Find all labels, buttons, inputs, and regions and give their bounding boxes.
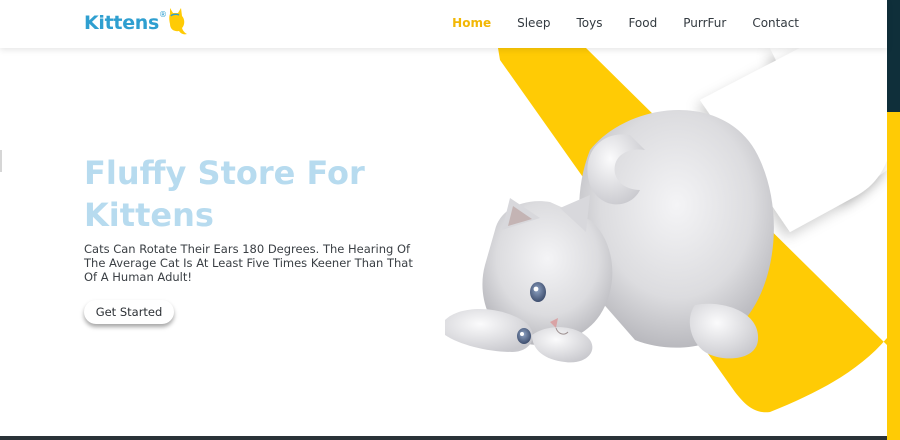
bottom-divider bbox=[0, 436, 887, 440]
nav-sleep[interactable]: Sleep bbox=[517, 16, 550, 30]
nav-contact[interactable]: Contact bbox=[752, 16, 799, 30]
kitten-front-paw-2 bbox=[532, 327, 593, 363]
get-started-button[interactable]: Get Started bbox=[84, 300, 174, 324]
main-nav: Home Sleep Toys Food PurrFur Contact bbox=[426, 0, 799, 46]
hero-description: Cats Can Rotate Their Ears 180 Degrees. … bbox=[84, 242, 413, 284]
nav-purrfur[interactable]: PurrFur bbox=[683, 16, 726, 30]
nav-toys[interactable]: Toys bbox=[576, 16, 602, 30]
kitten-eye-left bbox=[530, 282, 546, 302]
cat-logo-icon bbox=[169, 8, 188, 35]
brand-logo[interactable]: Kittens ® bbox=[84, 4, 189, 40]
brand-name: Kittens bbox=[84, 12, 160, 34]
hero-title: Fluffy Store For Kittens bbox=[84, 154, 365, 234]
right-edge-yellow-strip bbox=[887, 112, 900, 440]
nav-food[interactable]: Food bbox=[628, 16, 657, 30]
left-edge-marker bbox=[0, 150, 2, 172]
page: Kittens ® Home Sleep Toys Food PurrFur C… bbox=[0, 0, 900, 440]
nav-home[interactable]: Home bbox=[452, 16, 491, 30]
kitten-eye-right bbox=[517, 328, 531, 344]
right-edge-dark-strip bbox=[887, 0, 900, 112]
kitten-illustration bbox=[445, 110, 774, 363]
site-header: Kittens ® Home Sleep Toys Food PurrFur C… bbox=[0, 0, 887, 48]
